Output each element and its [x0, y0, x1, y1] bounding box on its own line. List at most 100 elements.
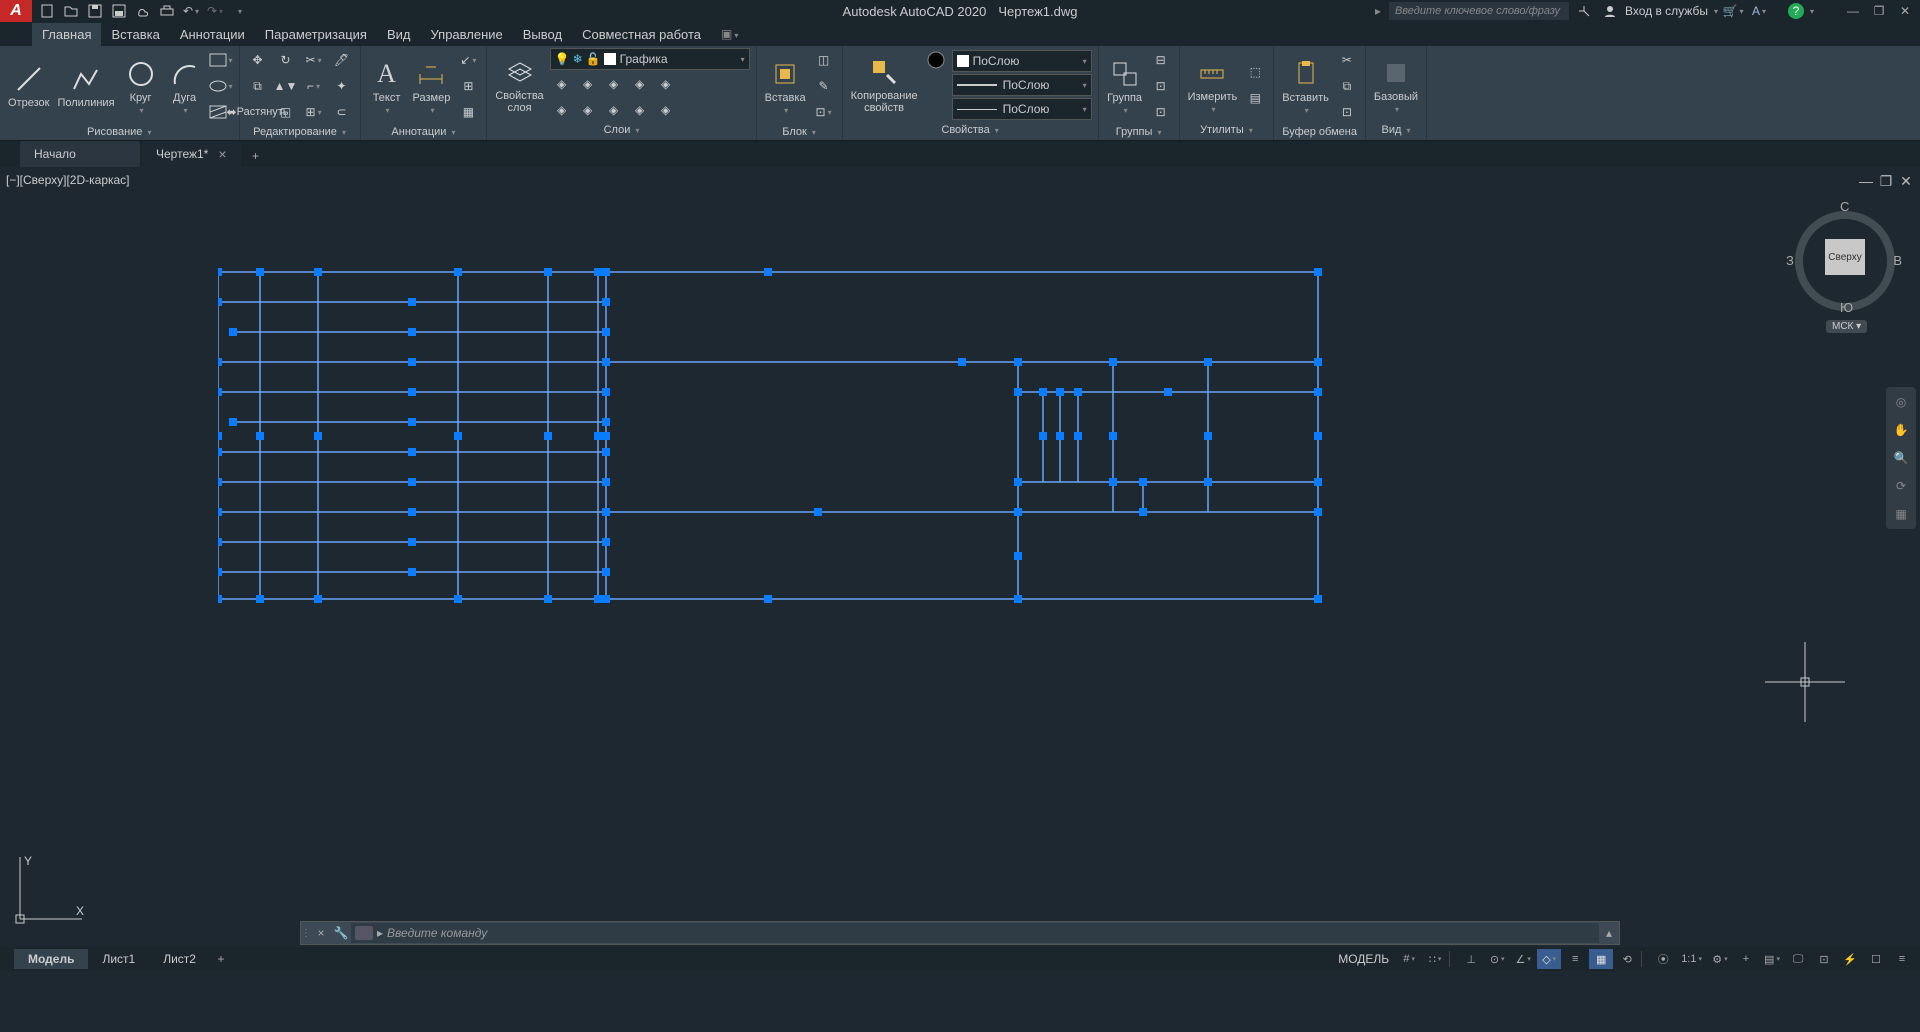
layout1-tab[interactable]: Лист1 — [88, 949, 149, 969]
lineweight-dropdown[interactable]: ПоСлою▾ — [952, 74, 1092, 96]
tab-view[interactable]: Вид — [377, 23, 421, 46]
polar-icon[interactable]: ⊙▾ — [1485, 949, 1509, 969]
nav-orbit-icon[interactable]: ⟳ — [1890, 475, 1912, 497]
cycling-icon[interactable]: ⟲ — [1615, 949, 1639, 969]
hw-accel-icon[interactable]: ⚡ — [1838, 949, 1862, 969]
ui-lock-icon[interactable]: 🖵 — [1786, 949, 1810, 969]
layer-dropdown[interactable]: 💡❄🔓 Графика ▾ — [550, 48, 750, 70]
ungroup-icon[interactable]: ⊟ — [1149, 48, 1173, 72]
layer-btn1-icon[interactable]: ◈ — [550, 72, 574, 96]
util-calc-icon[interactable]: ▤ — [1243, 86, 1267, 110]
search-chevron-icon[interactable]: ▸ — [1375, 4, 1381, 18]
layer-props-button[interactable]: Свойства слоя — [493, 54, 545, 116]
status-model-label[interactable]: МОДЕЛЬ — [1332, 952, 1395, 966]
app-logo[interactable]: A — [0, 0, 32, 22]
panel-groups-title[interactable]: Группы ▾ — [1105, 124, 1173, 140]
leader-icon[interactable]: ↙▾ — [456, 48, 480, 72]
viewcube-face[interactable]: Сверху — [1825, 239, 1865, 275]
exchange-icon[interactable]: 🛒▾ — [1722, 0, 1744, 22]
undo-icon[interactable]: ↶▾ — [180, 0, 202, 22]
tab-parametric[interactable]: Параметризация — [255, 23, 377, 46]
clip-sel-icon[interactable]: ⊡ — [1335, 100, 1359, 124]
trim-icon[interactable]: ✂▾ — [302, 48, 326, 72]
model-tab[interactable]: Модель — [14, 949, 88, 969]
scale-icon[interactable]: ◱ — [274, 100, 298, 124]
scale-dropdown[interactable]: 1:1▾ — [1677, 949, 1706, 969]
tab-manage[interactable]: Управление — [420, 23, 512, 46]
vp-min-icon[interactable]: — — [1858, 173, 1874, 189]
rotate-icon[interactable]: ↻ — [274, 48, 298, 72]
layer-btn6-icon[interactable]: ◈ — [550, 98, 574, 122]
match-props-button[interactable]: Копирование свойств — [849, 54, 920, 116]
lwdisplay-icon[interactable]: ≡ — [1563, 949, 1587, 969]
layer-btn8-icon[interactable]: ◈ — [602, 98, 626, 122]
dimension-button[interactable]: Размер▾ — [411, 56, 453, 117]
layer-btn3-icon[interactable]: ◈ — [602, 72, 626, 96]
transparency-icon[interactable]: ▦ — [1589, 949, 1613, 969]
viewcube-wcs[interactable]: МСК ▾ — [1826, 320, 1867, 333]
line-button[interactable]: Отрезок — [6, 61, 51, 111]
cloud-icon[interactable] — [132, 0, 154, 22]
viewcube[interactable]: С В Ю З Сверху МСК ▾ — [1790, 197, 1900, 327]
save-icon[interactable] — [84, 0, 106, 22]
group-sel-icon[interactable]: ⊡ — [1149, 100, 1173, 124]
cmd-config-icon[interactable]: 🔧 — [331, 926, 351, 940]
ortho-icon[interactable]: ⊥ — [1459, 949, 1483, 969]
clean-screen-icon[interactable]: ☐ — [1864, 949, 1888, 969]
cmd-handle-icon[interactable]: ⋮ — [301, 928, 311, 939]
panel-layers-title[interactable]: Слои ▾ — [493, 122, 749, 138]
measure-button[interactable]: Измерить▾ — [1186, 55, 1240, 116]
util-sel-icon[interactable]: ⬚ — [1243, 60, 1267, 84]
panel-props-title[interactable]: Свойства ▾ — [849, 122, 1092, 138]
saveas-icon[interactable] — [108, 0, 130, 22]
copy-clip-icon[interactable]: ⧉ — [1335, 74, 1359, 98]
layer-btn4-icon[interactable]: ◈ — [628, 72, 652, 96]
user-icon[interactable] — [1599, 0, 1621, 22]
offset-icon[interactable]: ⊂ — [330, 100, 354, 124]
plot-icon[interactable] — [156, 0, 178, 22]
close-button[interactable]: ✕ — [1894, 2, 1916, 20]
circle-button[interactable]: Круг▾ — [121, 56, 161, 117]
baseview-button[interactable]: Базовый▾ — [1372, 55, 1420, 116]
paste-button[interactable]: Вставить▾ — [1280, 56, 1331, 117]
help-icon[interactable]: ? — [1788, 3, 1804, 19]
osnap-icon[interactable]: ◇▾ — [1537, 949, 1561, 969]
block-edit-icon[interactable]: ✎ — [812, 74, 836, 98]
signin-button[interactable]: Вход в службы — [1625, 4, 1708, 18]
panel-ann-title[interactable]: Аннотации ▾ — [367, 124, 481, 140]
panel-block-title[interactable]: Блок ▾ — [763, 124, 836, 140]
layer-btn2-icon[interactable]: ◈ — [576, 72, 600, 96]
isodraft-icon[interactable]: ∠▾ — [1511, 949, 1535, 969]
color-dropdown[interactable]: ПоСлою▾ — [952, 50, 1092, 72]
arc-button[interactable]: Дуга▾ — [165, 56, 205, 117]
restore-button[interactable]: ❐ — [1868, 2, 1890, 20]
tab-insert[interactable]: Вставка — [101, 23, 169, 46]
viewcube-s[interactable]: Ю — [1840, 300, 1853, 315]
redo-icon[interactable]: ↷▾ — [204, 0, 226, 22]
layout-add-button[interactable]: + — [210, 952, 232, 966]
array-icon[interactable]: ⊞▾ — [302, 100, 326, 124]
copy-icon[interactable]: ⧉ — [246, 74, 270, 98]
group-button[interactable]: Группа▾ — [1105, 56, 1145, 117]
viewport-label[interactable]: [−][Сверху][2D-каркас] — [6, 173, 130, 187]
ribbon-toggle-icon[interactable]: ▣▾ — [721, 27, 738, 41]
infocenter-icon[interactable] — [1573, 0, 1595, 22]
snap-mode-icon[interactable]: ∷▾ — [1423, 949, 1447, 969]
rect-icon[interactable]: ▾ — [209, 48, 233, 72]
viewcube-n[interactable]: С — [1840, 199, 1849, 214]
layer-btn9-icon[interactable]: ◈ — [628, 98, 652, 122]
stretch-icon[interactable]: ⬌ Растянуть — [246, 100, 270, 124]
layer-btn10-icon[interactable]: ◈ — [654, 98, 678, 122]
qp-icon[interactable]: ▤▾ — [1760, 949, 1784, 969]
tab-output[interactable]: Вывод — [513, 23, 572, 46]
layer-btn7-icon[interactable]: ◈ — [576, 98, 600, 122]
nav-zoom-icon[interactable]: 🔍 — [1890, 447, 1912, 469]
cmd-recent-icon[interactable]: ▴ — [1599, 926, 1619, 940]
layout2-tab[interactable]: Лист2 — [149, 949, 210, 969]
add-tab-button[interactable]: + — [243, 145, 269, 167]
search-input[interactable]: Введите ключевое слово/фразу — [1389, 2, 1569, 20]
nav-wheel-icon[interactable]: ◎ — [1890, 391, 1912, 413]
erase-icon[interactable]: 🖊 — [330, 48, 354, 72]
nav-pan-icon[interactable]: ✋ — [1890, 419, 1912, 441]
panel-view-title[interactable]: Вид ▾ — [1372, 122, 1420, 138]
